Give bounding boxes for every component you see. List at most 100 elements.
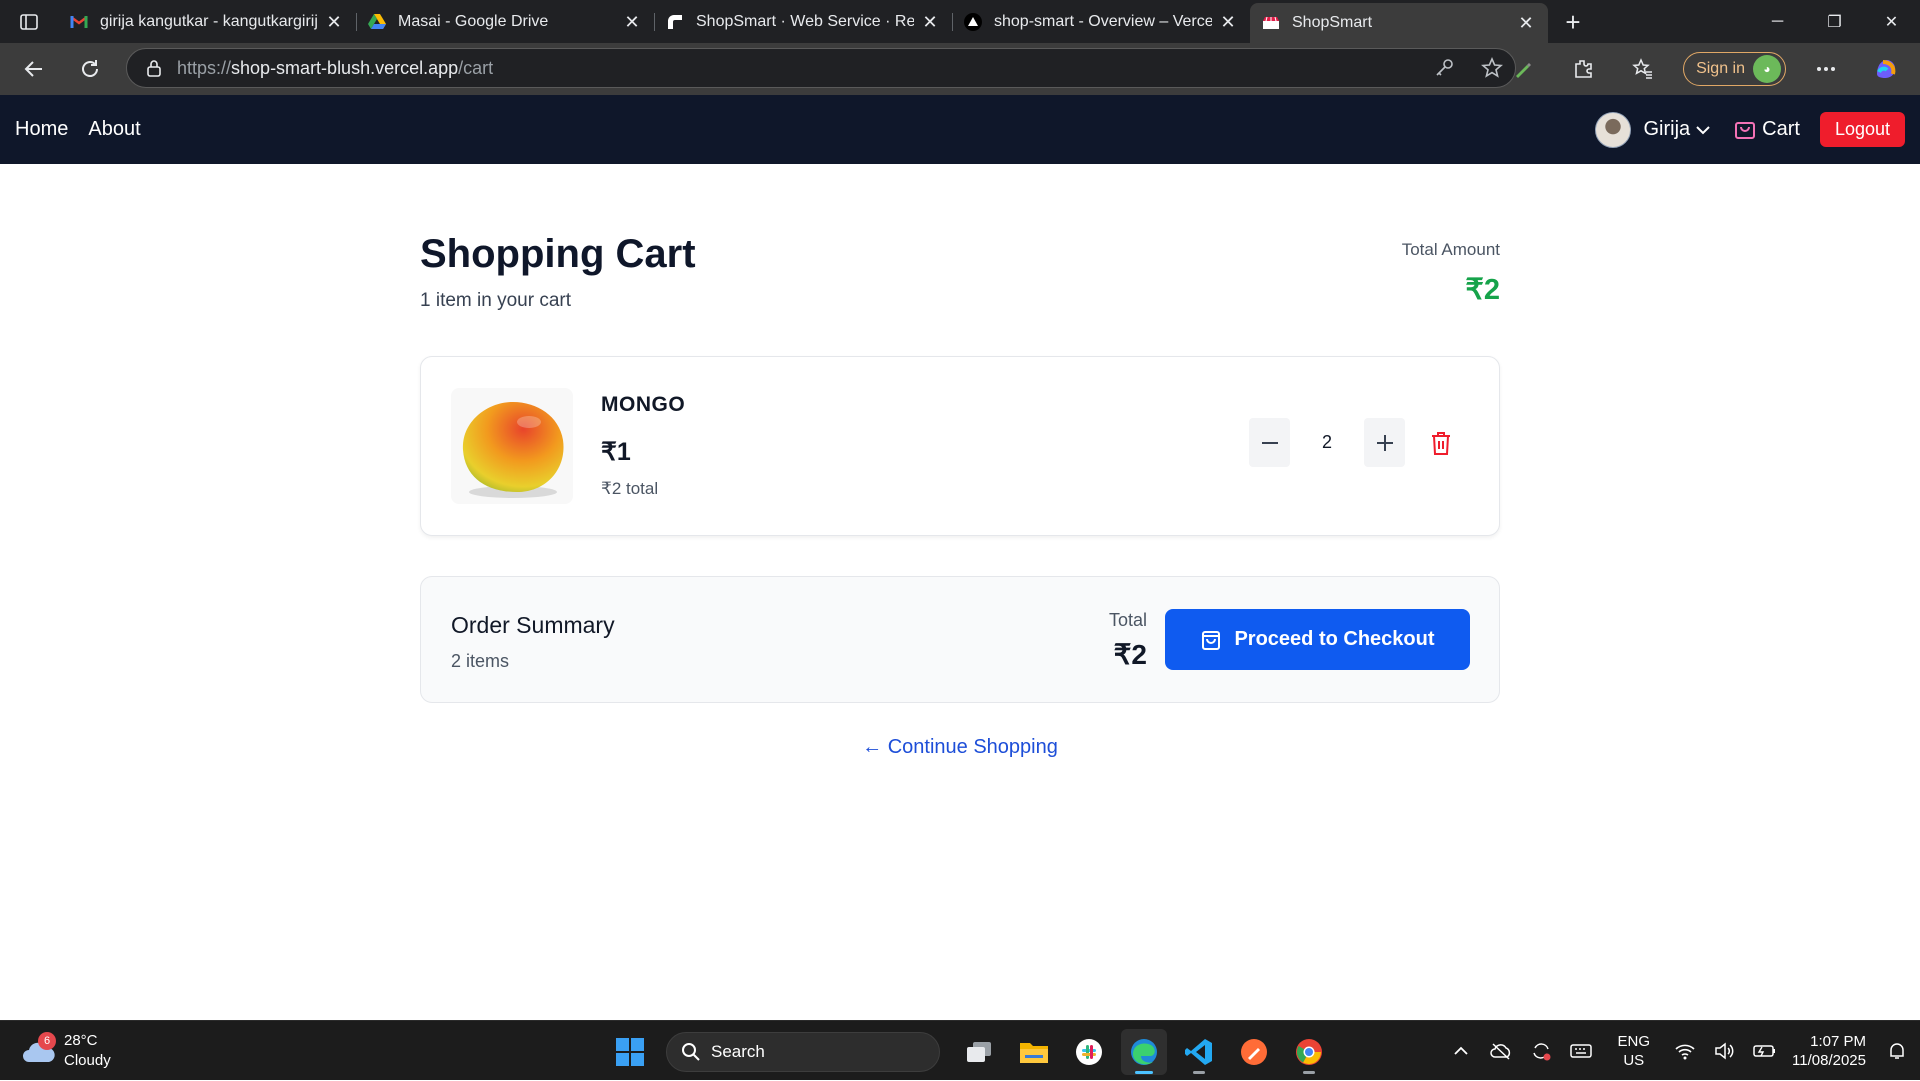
cart-link-label: Cart: [1762, 118, 1800, 140]
proceed-to-checkout-button[interactable]: Proceed to Checkout: [1165, 609, 1470, 670]
weather-condition: Cloudy: [64, 1052, 111, 1069]
battery-icon[interactable]: [1752, 1038, 1778, 1064]
navbar-right: Girija Cart Logout: [1595, 95, 1905, 164]
product-line-total: ₹2 total: [601, 479, 659, 498]
tab-title: girija kangutkar - kangutkargirija0: [100, 13, 318, 30]
product-image: [451, 388, 573, 504]
refresh-icon[interactable]: [70, 49, 110, 89]
render-icon: [666, 13, 684, 31]
copilot-icon[interactable]: [1866, 49, 1906, 89]
tab-title: ShopSmart: [1292, 14, 1373, 31]
browser-toolbar: https://shop-smart-blush.vercel.app/cart…: [0, 43, 1920, 95]
product-name: MONGO: [601, 393, 686, 416]
edge-browser-icon[interactable]: [1121, 1029, 1167, 1075]
tab-title: Masai - Google Drive: [398, 13, 549, 30]
close-icon[interactable]: ✕: [1516, 13, 1536, 33]
checkout-label: Proceed to Checkout: [1234, 628, 1435, 650]
order-summary-items: 2 items: [451, 651, 510, 671]
clock-date: 11/08/2025: [1792, 1052, 1866, 1069]
favorite-star-icon[interactable]: [1481, 56, 1503, 84]
product-price: ₹1: [601, 438, 631, 466]
tab-title: shop-smart - Overview – Vercel: [994, 13, 1212, 30]
wifi-icon[interactable]: [1672, 1038, 1698, 1064]
notifications-icon[interactable]: [1884, 1038, 1910, 1064]
keyboard-icon[interactable]: [1568, 1038, 1594, 1064]
vscode-icon[interactable]: [1176, 1029, 1222, 1075]
language-code: ENG: [1617, 1033, 1651, 1050]
taskbar-search[interactable]: Search: [666, 1032, 940, 1072]
quantity-stepper: 2: [1249, 418, 1405, 467]
browser-tab[interactable]: Masai - Google Drive ✕: [356, 4, 654, 40]
lock-icon[interactable]: [143, 57, 165, 79]
chrome-icon[interactable]: [1286, 1029, 1332, 1075]
google-drive-icon: [368, 13, 386, 31]
browser-tab-active[interactable]: ShopSmart ✕: [1250, 3, 1548, 43]
address-bar[interactable]: https://shop-smart-blush.vercel.app/cart: [126, 48, 1516, 88]
sync-icon[interactable]: [1528, 1038, 1554, 1064]
trash-icon[interactable]: [1430, 430, 1452, 461]
close-icon[interactable]: ✕: [1218, 12, 1238, 32]
cart-item-card: MONGO ₹1 ₹2 total 2: [420, 356, 1500, 536]
task-view-icon[interactable]: [956, 1029, 1002, 1075]
sign-in-label: Sign in: [1696, 60, 1745, 77]
user-avatar[interactable]: [1595, 111, 1632, 148]
url-text: https://shop-smart-blush.vercel.app/cart: [177, 57, 494, 78]
volume-icon[interactable]: [1712, 1038, 1738, 1064]
chevron-down-icon[interactable]: [1696, 125, 1710, 135]
close-window-icon[interactable]: ✕: [1863, 0, 1920, 43]
shopping-bag-icon: [1734, 120, 1756, 140]
vercel-icon: [964, 13, 982, 31]
running-app-indicator: [1303, 1071, 1315, 1074]
user-menu-name[interactable]: Girija: [1643, 118, 1690, 141]
language-indicator[interactable]: ENG US: [1618, 1032, 1651, 1070]
nav-cart-link[interactable]: Cart: [1734, 118, 1800, 141]
tab-actions-icon[interactable]: [0, 0, 58, 43]
more-options-icon[interactable]: [1806, 49, 1846, 89]
favorites-icon[interactable]: [1623, 49, 1663, 89]
taskbar-apps: Search: [608, 1029, 1341, 1075]
chevron-up-icon[interactable]: [1448, 1038, 1474, 1064]
sign-in-button[interactable]: Sign in ◕: [1683, 52, 1786, 86]
browser-tab-bar: girija kangutkar - kangutkargirija0 ✕ Ma…: [0, 0, 1920, 43]
search-icon: [681, 1042, 701, 1062]
shopping-bag-icon: [1200, 629, 1222, 651]
order-total-label: Total: [1108, 610, 1147, 630]
active-app-indicator: [1135, 1071, 1153, 1074]
back-icon[interactable]: [14, 49, 54, 89]
browser-tab[interactable]: girija kangutkar - kangutkargirija0 ✕: [58, 4, 356, 40]
continue-shopping-link[interactable]: ← Continue Shopping: [420, 736, 1500, 759]
cart-item-count: 1 item in your cart: [420, 290, 571, 311]
extensions-icon[interactable]: [1563, 49, 1603, 89]
file-explorer-icon[interactable]: [1011, 1029, 1057, 1075]
decrease-quantity-button[interactable]: [1249, 418, 1290, 467]
increase-quantity-button[interactable]: [1364, 418, 1405, 467]
system-clock[interactable]: 1:07 PM 11/08/2025: [1792, 1032, 1866, 1070]
total-amount-label: Total Amount: [1401, 240, 1500, 259]
close-icon[interactable]: ✕: [622, 12, 642, 32]
minimize-icon[interactable]: ─: [1749, 0, 1806, 43]
gmail-icon: [70, 13, 88, 31]
weather-badge: 6: [38, 1032, 56, 1050]
running-app-indicator: [1193, 1071, 1205, 1074]
region-code: US: [1623, 1052, 1645, 1069]
postman-icon[interactable]: [1231, 1029, 1277, 1075]
cloud-offline-icon[interactable]: [1488, 1038, 1514, 1064]
nav-about-link[interactable]: About: [88, 118, 140, 141]
logout-button[interactable]: Logout: [1819, 112, 1905, 147]
windows-start-icon[interactable]: [608, 1030, 652, 1074]
browser-tab[interactable]: ShopSmart · Web Service · Render ✕: [654, 4, 952, 40]
close-icon[interactable]: ✕: [920, 12, 940, 32]
browser-tab[interactable]: shop-smart - Overview – Vercel ✕: [952, 4, 1250, 40]
key-icon[interactable]: [1433, 57, 1455, 84]
slack-icon[interactable]: [1066, 1029, 1112, 1075]
new-tab-icon[interactable]: +: [1552, 4, 1594, 40]
site-navbar: Home About Girija Cart Logout: [0, 95, 1920, 164]
pen-icon[interactable]: [1503, 49, 1543, 89]
weather-temperature: 28°C: [64, 1032, 98, 1049]
weather-widget[interactable]: 6 28°C Cloudy: [22, 1031, 111, 1071]
cart-header: Shopping Cart 1 item in your cart Total …: [420, 164, 1500, 356]
nav-home-link[interactable]: Home: [15, 118, 68, 141]
search-label: Search: [711, 1042, 765, 1061]
close-icon[interactable]: ✕: [324, 12, 344, 32]
restore-icon[interactable]: ❐: [1806, 0, 1863, 43]
